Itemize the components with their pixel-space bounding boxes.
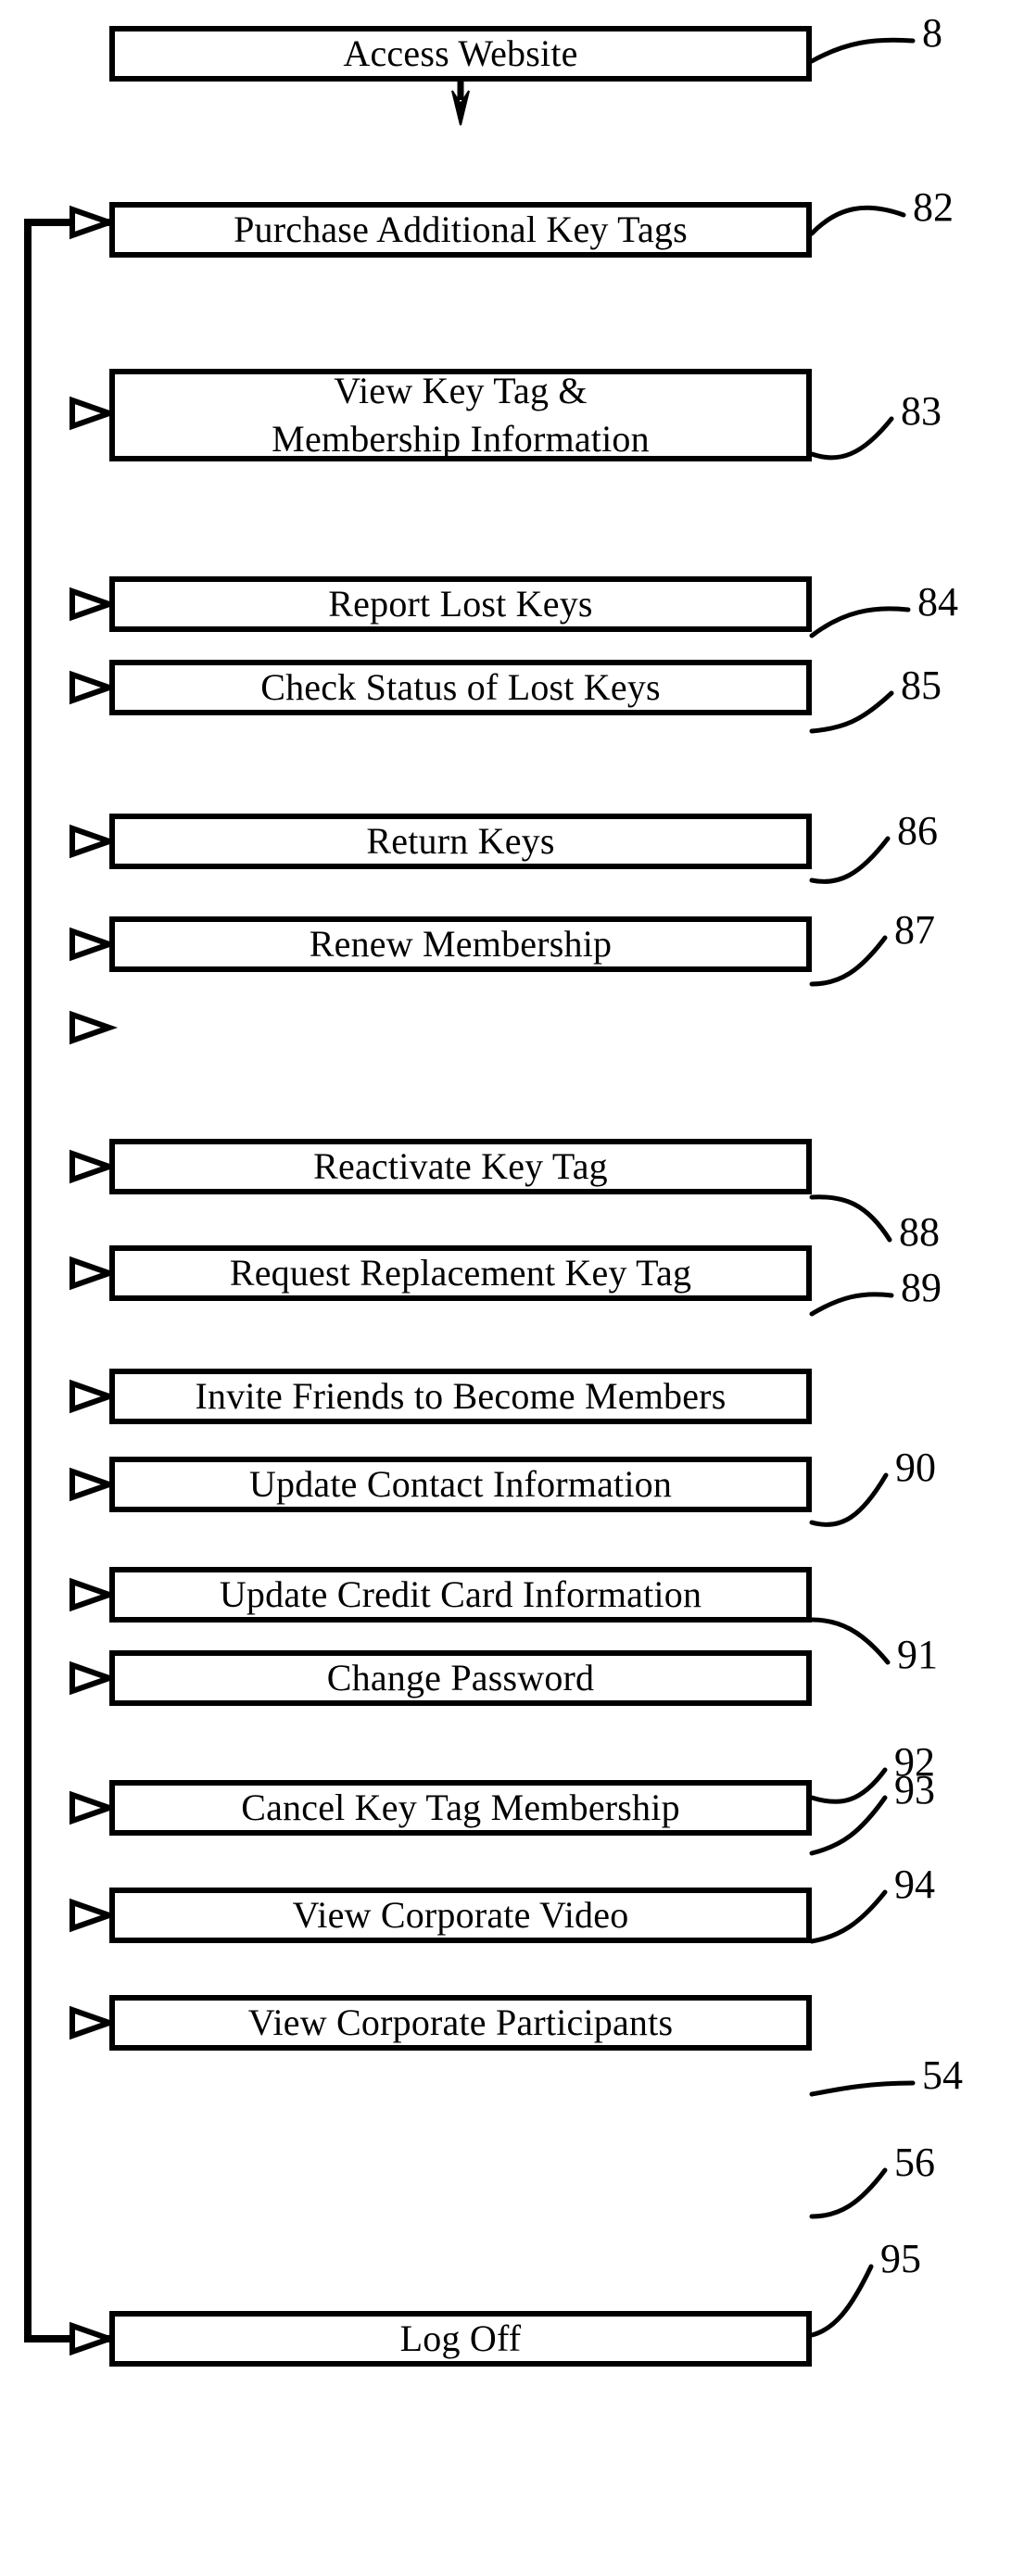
node-request-replacement-key-tag[interactable]: Request Replacement Key Tag [109, 1245, 812, 1301]
reference-numeral-56: 56 [894, 2140, 935, 2185]
node-label: Purchase Additional Key Tags [234, 208, 688, 251]
node-check-status-of-lost-keys[interactable]: Check Status of Lost Keys [109, 660, 812, 715]
node-return-keys[interactable]: Return Keys [109, 814, 812, 869]
node-label: Change Password [326, 1657, 595, 1699]
node-cancel-key-tag-membership[interactable]: Cancel Key Tag Membership [109, 1780, 812, 1836]
node-update-contact-information[interactable]: Update Contact Information [109, 1457, 812, 1512]
node-access-website[interactable]: Access Website [109, 26, 812, 82]
node-invite-friends-to-become-members[interactable]: Invite Friends to Become Members [109, 1369, 812, 1424]
node-label: View Corporate Participants [247, 2001, 674, 2044]
node-label: Report Lost Keys [328, 583, 593, 625]
bus-arrowhead-logoff [70, 2321, 119, 2356]
reference-numeral-87: 87 [894, 907, 935, 953]
node-renew-membership[interactable]: Renew Membership [109, 916, 812, 972]
node-label: Invite Friends to Become Members [195, 1375, 727, 1418]
reference-numeral-91: 91 [897, 1632, 938, 1677]
node-view-key-tag-membership-information[interactable]: View Key Tag & Membership Information [109, 369, 812, 461]
node-label: Log Off [399, 2317, 522, 2360]
node-purchase-additional-key-tags[interactable]: Purchase Additional Key Tags [109, 202, 812, 258]
node-label-line1: View Key Tag & [334, 370, 588, 411]
reference-numeral-84: 84 [917, 579, 958, 625]
reference-numeral-54: 54 [922, 2052, 963, 2098]
node-log-off[interactable]: Log Off [109, 2311, 812, 2367]
reference-numeral-86: 86 [897, 808, 938, 853]
reference-numeral-94: 94 [894, 1862, 935, 1907]
reference-leader-lines [809, 37, 916, 2338]
reference-numeral-93: 93 [894, 1767, 935, 1812]
reference-numeral-8: 8 [922, 10, 942, 56]
node-label: Check Status of Lost Keys [260, 666, 661, 709]
reference-numeral-95: 95 [880, 2236, 921, 2281]
node-update-credit-card-information[interactable]: Update Credit Card Information [109, 1567, 812, 1623]
bus-arrowheads [70, 205, 119, 2040]
node-reactivate-key-tag[interactable]: Reactivate Key Tag [109, 1139, 812, 1194]
node-change-password[interactable]: Change Password [109, 1650, 812, 1706]
main-bus-line [24, 219, 109, 2342]
reference-numeral-82: 82 [913, 184, 954, 230]
node-label: View Corporate Video [292, 1894, 629, 1937]
node-label: Renew Membership [309, 923, 613, 966]
reference-numeral-88: 88 [899, 1209, 940, 1255]
node-label: Return Keys [366, 820, 555, 863]
node-label: Update Credit Card Information [219, 1573, 702, 1616]
node-label: Reactivate Key Tag [313, 1145, 608, 1188]
reference-numeral-85: 85 [901, 663, 942, 708]
node-report-lost-keys[interactable]: Report Lost Keys [109, 576, 812, 632]
reference-numeral-90: 90 [895, 1445, 936, 1490]
node-label: Access Website [343, 32, 578, 75]
node-view-corporate-video[interactable]: View Corporate Video [109, 1888, 812, 1943]
reference-numeral-89: 89 [901, 1265, 942, 1310]
node-label-line2: Membership Information [272, 418, 650, 460]
node-label: Cancel Key Tag Membership [241, 1787, 680, 1829]
patent-flowchart-figure: Access Website 8 Purchase Additional Key… [0, 0, 1024, 2576]
node-view-corporate-participants[interactable]: View Corporate Participants [109, 1995, 812, 2051]
node-label: Request Replacement Key Tag [229, 1252, 692, 1294]
node-label: Update Contact Information [248, 1463, 673, 1506]
reference-numeral-83: 83 [901, 388, 942, 434]
